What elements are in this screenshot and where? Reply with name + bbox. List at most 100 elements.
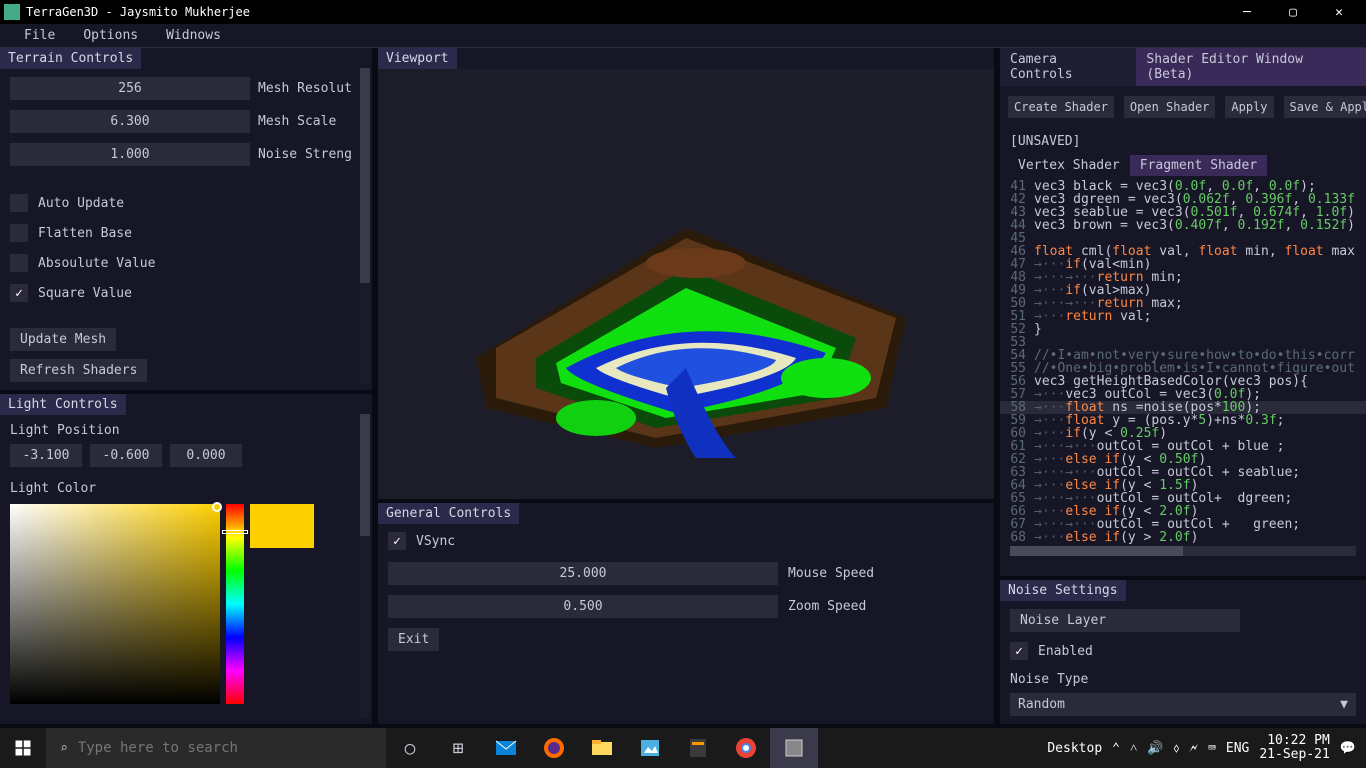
mesh-scale-label: Mesh Scale — [258, 114, 336, 129]
tab-fragment-shader[interactable]: Fragment Shader — [1130, 155, 1267, 176]
exit-button[interactable]: Exit — [388, 628, 439, 651]
mesh-resolution-input[interactable] — [10, 77, 250, 100]
mesh-resolution-label: Mesh Resolut — [258, 81, 352, 96]
network-icon[interactable]: ⬨ — [1174, 741, 1180, 756]
square-value-checkbox[interactable] — [10, 284, 28, 302]
refresh-shaders-button[interactable]: Refresh Shaders — [10, 359, 147, 382]
chevron-down-icon: ▼ — [1340, 697, 1348, 712]
keyboard-icon[interactable]: ⌨ — [1208, 741, 1216, 756]
chrome-icon[interactable] — [722, 728, 770, 768]
flatten-base-checkbox[interactable] — [10, 224, 28, 242]
code-hscrollbar[interactable] — [1010, 546, 1356, 556]
light-controls-panel: Light Controls Light Position Light Colo… — [0, 394, 372, 724]
app-icon — [4, 4, 20, 20]
clock-time: 10:22 PM — [1259, 734, 1329, 748]
noise-type-dropdown[interactable]: Random ▼ — [1010, 693, 1356, 716]
language-label[interactable]: ENG — [1226, 741, 1249, 756]
save-apply-shader-button[interactable]: Save & Appl — [1284, 96, 1366, 118]
code-line[interactable]: 44vec3 brown = vec3(0.407f, 0.192f, 0.15… — [1000, 219, 1366, 232]
light-z-input[interactable] — [170, 444, 242, 467]
clock[interactable]: 10:22 PM 21-Sep-21 — [1259, 734, 1329, 762]
terrain-controls-panel: Terrain Controls Mesh Resolut Mesh Scale… — [0, 48, 372, 390]
noise-type-label: Noise Type — [1010, 672, 1356, 687]
volume-icon[interactable]: 🔊 — [1147, 741, 1163, 756]
tab-camera-controls[interactable]: Camera Controls — [1000, 48, 1136, 86]
color-sv-picker[interactable] — [10, 504, 220, 704]
noise-enabled-checkbox[interactable] — [1010, 642, 1028, 660]
noise-layer-button[interactable]: Noise Layer — [1010, 609, 1240, 632]
vsync-label: VSync — [416, 534, 455, 549]
tab-shader-editor[interactable]: Shader Editor Window (Beta) — [1136, 48, 1366, 86]
code-editor[interactable]: 41vec3 black = vec3(0.0f, 0.0f, 0.0f);42… — [1000, 176, 1366, 546]
tab-vertex-shader[interactable]: Vertex Shader — [1008, 155, 1130, 176]
tray-chevron-icon[interactable]: ˄ — [1130, 740, 1137, 756]
create-shader-button[interactable]: Create Shader — [1008, 96, 1114, 118]
app-taskbar-icon[interactable] — [770, 728, 818, 768]
general-controls-panel: General Controls VSync Mouse Speed Zoom … — [378, 503, 994, 724]
menu-windows[interactable]: Widnows — [152, 26, 235, 45]
auto-update-label: Auto Update — [38, 196, 124, 211]
battery-icon[interactable]: 🗲 — [1189, 741, 1198, 756]
terrain-scrollbar[interactable] — [360, 68, 370, 384]
viewport-panel: Viewport — [378, 48, 994, 499]
noise-strength-label: Noise Streng — [258, 147, 352, 162]
flatten-base-label: Flatten Base — [38, 226, 132, 241]
square-value-label: Square Value — [38, 286, 132, 301]
vsync-checkbox[interactable] — [388, 532, 406, 550]
code-line[interactable]: 68→···else if(y > 2.0f) — [1000, 531, 1366, 544]
menu-options[interactable]: Options — [69, 26, 152, 45]
explorer-icon[interactable] — [578, 728, 626, 768]
code-line[interactable]: 51→···return val; — [1000, 310, 1366, 323]
mail-icon[interactable] — [482, 728, 530, 768]
light-title: Light Controls — [0, 394, 126, 415]
titlebar: TerraGen3D - Jaysmito Mukherjee ─ ▢ ✕ — [0, 0, 1366, 24]
absolute-value-checkbox[interactable] — [10, 254, 28, 272]
color-hue-slider[interactable] — [226, 504, 244, 704]
noise-enabled-label: Enabled — [1038, 644, 1093, 659]
apply-shader-button[interactable]: Apply — [1225, 96, 1273, 118]
firefox-icon[interactable] — [530, 728, 578, 768]
terrain-title: Terrain Controls — [0, 48, 141, 69]
tray-overflow-icon[interactable]: ⌃ — [1112, 741, 1120, 756]
color-preview — [250, 504, 314, 548]
update-mesh-button[interactable]: Update Mesh — [10, 328, 116, 351]
mesh-scale-input[interactable] — [10, 110, 250, 133]
right-tabs: Camera Controls Shader Editor Window (Be… — [1000, 48, 1366, 86]
maximize-button[interactable]: ▢ — [1270, 0, 1316, 24]
noise-type-value: Random — [1018, 697, 1065, 712]
light-color-label: Light Color — [10, 481, 362, 496]
taskview-icon[interactable]: ⊞ — [434, 728, 482, 768]
zoom-speed-input[interactable] — [388, 595, 778, 618]
photos-icon[interactable] — [626, 728, 674, 768]
noise-title: Noise Settings — [1000, 580, 1126, 601]
taskbar-search-input[interactable] — [78, 740, 372, 756]
system-tray: Desktop ⌃ ˄ 🔊 ⬨ 🗲 ⌨ ENG 10:22 PM 21-Sep-… — [1037, 734, 1366, 762]
code-line[interactable]: 52} — [1000, 323, 1366, 336]
viewport-title: Viewport — [378, 48, 457, 69]
search-icon: ⌕ — [60, 741, 68, 756]
desktop-label[interactable]: Desktop — [1047, 741, 1102, 756]
light-x-input[interactable] — [10, 444, 82, 467]
sublime-icon[interactable] — [674, 728, 722, 768]
auto-update-checkbox[interactable] — [10, 194, 28, 212]
close-button[interactable]: ✕ — [1316, 0, 1362, 24]
cortana-icon[interactable]: ○ — [386, 728, 434, 768]
light-scrollbar[interactable] — [360, 414, 370, 718]
absolute-value-label: Absoulute Value — [38, 256, 155, 271]
viewport-canvas[interactable] — [378, 69, 994, 499]
shader-editor-panel: Create Shader Open Shader Apply Save & A… — [1000, 86, 1366, 576]
zoom-speed-label: Zoom Speed — [788, 599, 866, 614]
menu-file[interactable]: File — [10, 26, 69, 45]
unsaved-label: [UNSAVED] — [1000, 128, 1366, 155]
open-shader-button[interactable]: Open Shader — [1124, 96, 1215, 118]
noise-strength-input[interactable] — [10, 143, 250, 166]
light-y-input[interactable] — [90, 444, 162, 467]
clock-date: 21-Sep-21 — [1259, 748, 1329, 762]
general-title: General Controls — [378, 503, 519, 524]
window-title: TerraGen3D - Jaysmito Mukherjee — [26, 5, 1224, 19]
mouse-speed-input[interactable] — [388, 562, 778, 585]
start-button[interactable] — [0, 728, 46, 768]
notifications-icon[interactable]: 💬 — [1340, 741, 1356, 756]
minimize-button[interactable]: ─ — [1224, 0, 1270, 24]
taskbar-search[interactable]: ⌕ — [46, 728, 386, 768]
